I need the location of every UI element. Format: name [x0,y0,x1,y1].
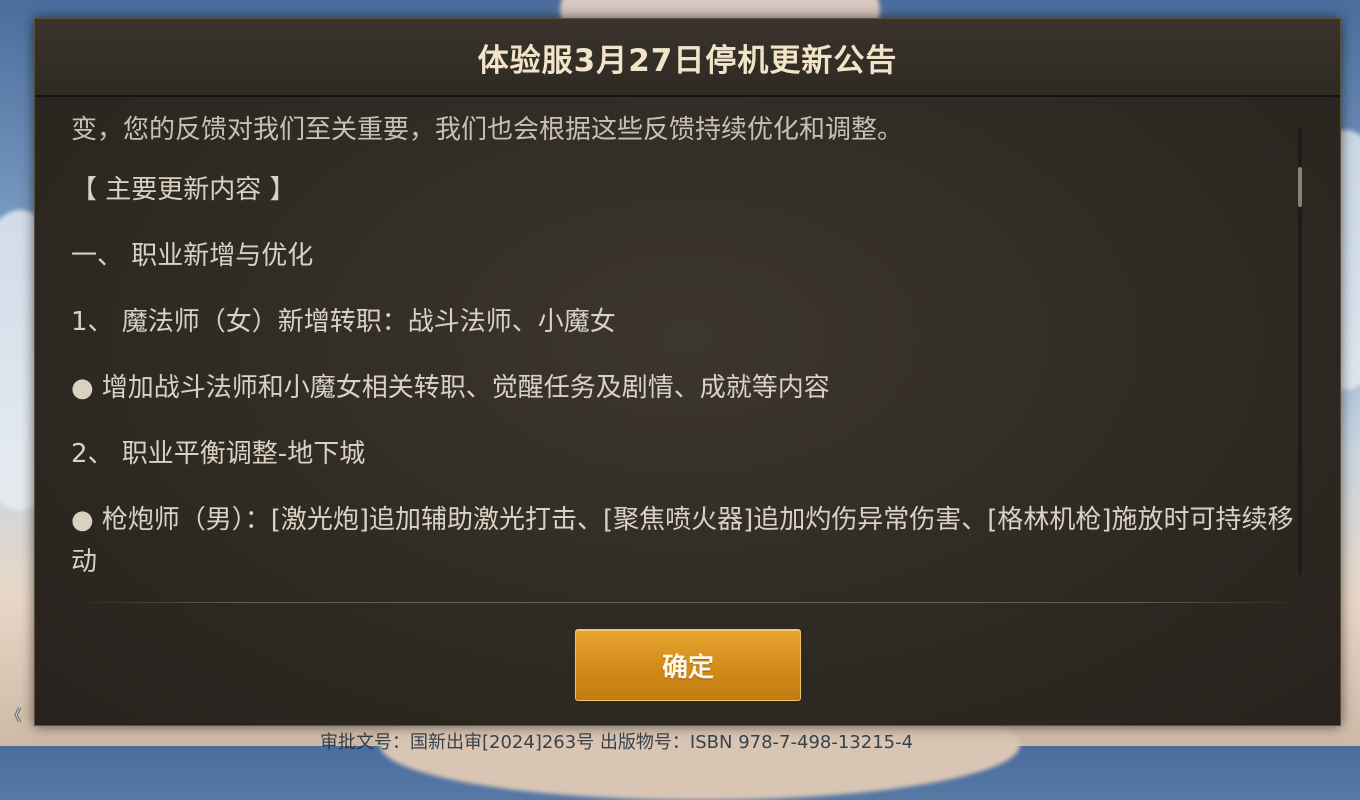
dialog-title: 体验服3月27日停机更新公告 [477,42,898,79]
bullet-text: 枪炮师（男）：[激光炮]追加辅助激光打击、[聚焦喷火器]追加灼伤异常伤害、[格林… [71,505,1294,577]
notice-item: 1、 魔法师（女）新增转职：战斗法师、小魔女 [71,307,616,337]
scrollbar[interactable] [1298,127,1302,575]
confirm-button-label: 确定 [661,652,714,683]
approval-footer-text: 审批文号：国新出审[2024]263号 出版物号：ISBN 978-7-498-… [320,732,914,753]
announcement-dialog: 体验服3月27日停机更新公告 变，您的反馈对我们至关重要，我们也会根据这些反馈持… [34,18,1341,726]
bullet-text: 增加战斗法师和小魔女相关转职、觉醒任务及剧情、成就等内容 [101,373,830,403]
notice-text-partial: 变，您的反馈对我们至关重要，我们也会根据这些反馈持续优化和调整。 [71,115,904,145]
scrollbar-thumb[interactable] [1298,167,1302,207]
divider [65,602,1310,603]
background-left-mark: 《 [6,706,23,725]
bullet-icon: ● [71,373,94,403]
bullet-icon: ● [71,505,94,535]
notice-scroll-area[interactable]: 变，您的反馈对我们至关重要，我们也会根据这些反馈持续优化和调整。 【 主要更新内… [71,97,1311,599]
dialog-header: 体验服3月27日停机更新公告 [35,19,1340,97]
section-header: 【 主要更新内容 】 [71,175,296,205]
notice-bullet: ● 增加战斗法师和小魔女相关转职、觉醒任务及剧情、成就等内容 [71,367,830,409]
confirm-button[interactable]: 确定 [575,629,801,701]
notice-bullet: ● 枪炮师（男）：[激光炮]追加辅助激光打击、[聚焦喷火器]追加灼伤异常伤害、[格… [71,499,1296,583]
notice-item: 2、 职业平衡调整-地下城 [71,439,366,469]
notice-heading: 一、 职业新增与优化 [71,241,314,271]
